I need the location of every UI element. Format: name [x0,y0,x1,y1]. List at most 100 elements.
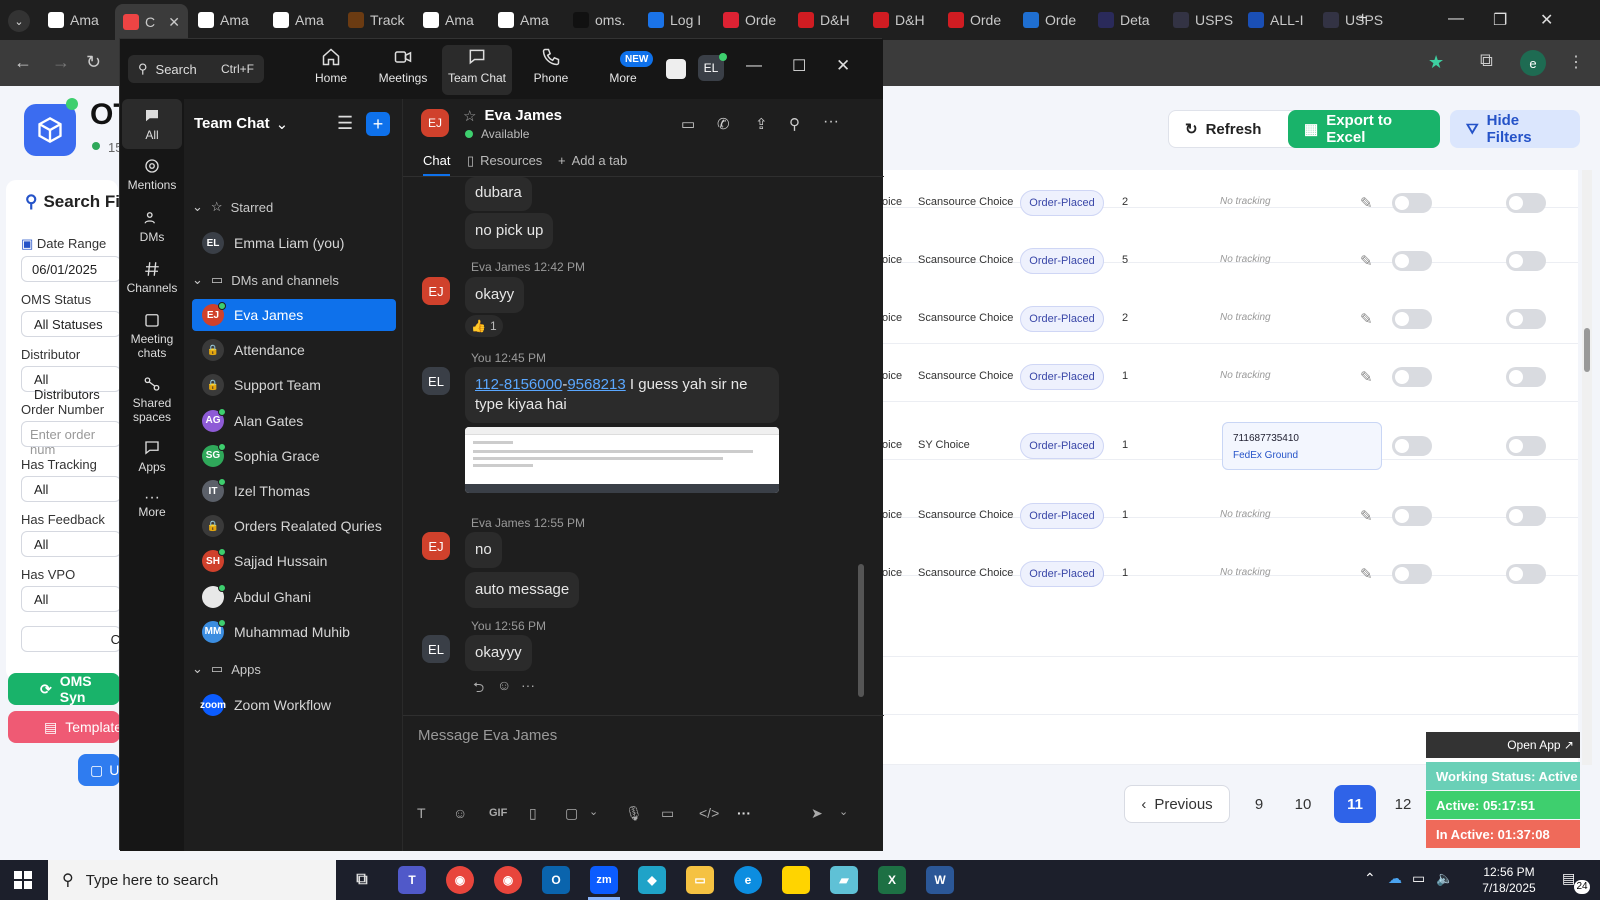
browser-tab[interactable]: D&H [790,6,863,34]
network-icon[interactable]: ▭ [1412,870,1425,887]
chat-list-item[interactable]: 🔒 Support Team [192,369,396,401]
menu-icon[interactable]: ⋮ [1568,52,1584,72]
gif-button[interactable]: GIF [489,807,507,819]
reaction-chip[interactable]: 👍 1 [465,315,503,337]
video-call-icon[interactable]: ▭ [681,115,695,133]
nav-meetings[interactable]: Meetings [368,47,438,85]
tracking-number[interactable]: 711687735410 [1233,433,1371,444]
filter-icon[interactable]: ☰ [337,113,353,134]
nav-phone[interactable]: Phone [516,47,586,85]
chrome-icon[interactable]: ◉ [446,866,474,894]
chevron-up-icon[interactable]: ⌃ [1364,870,1376,887]
table-row[interactable] [878,263,1578,344]
message-bubble[interactable]: dubara [465,177,532,211]
more-icon[interactable]: ··· [521,677,535,693]
chat-list-item[interactable]: SG Sophia Grace [192,440,396,472]
phone-link[interactable]: 9568213 [567,376,625,393]
outlook-icon[interactable]: O [542,866,570,894]
chrome-icon[interactable]: ◉ [494,866,522,894]
previous-button[interactable]: ‹ Previous [1124,785,1230,823]
browser-tab[interactable]: Ama [490,6,563,34]
chat-scrollbar[interactable] [858,564,864,697]
browser-tab[interactable]: Ama [265,6,338,34]
sender-avatar[interactable]: EJ [422,277,450,305]
zoom-search-box[interactable]: ⚲ Search Ctrl+F [128,55,264,83]
left-nav-more[interactable]: ··· More [122,490,182,520]
oms-status-select[interactable]: All Statuses [21,311,121,337]
tab-search-icon[interactable]: ⌄ [8,10,30,32]
chat-list-item[interactable]: IT Izel Thomas [192,475,396,507]
restore-icon[interactable]: ❐ [1493,10,1507,30]
chat-list-item[interactable]: EJ Eva James [192,299,396,331]
edit-pencil-icon[interactable]: ✎ [1360,310,1373,328]
back-icon[interactable]: ← [14,52,32,73]
message-input[interactable]: Message Eva James [418,727,858,744]
browser-tab[interactable]: oms. [565,6,638,34]
chat-list-item[interactable]: Abdul Ghani [192,581,396,613]
chat-list-item[interactable]: EL Emma Liam (you) [192,227,396,259]
edit-pencil-icon[interactable]: ✎ [1360,194,1373,212]
windows-start-icon[interactable] [14,871,32,889]
excel-icon[interactable]: X [878,866,906,894]
browser-tab[interactable]: Log I [640,6,713,34]
template-button[interactable]: ▤ Template [8,711,122,743]
reply-icon[interactable]: ⮌ [473,677,484,701]
minimize-icon[interactable]: — [746,57,762,75]
edit-pencil-icon[interactable]: ✎ [1360,252,1373,270]
browser-tab[interactable]: Orde [1015,6,1088,34]
profile-avatar[interactable]: e [1520,50,1546,76]
code-icon[interactable]: </> [699,805,719,821]
more-icon[interactable]: ··· [737,805,751,821]
emoji-react-icon[interactable]: ☺ [497,677,511,693]
table-row[interactable] [878,657,1578,715]
emoji-icon[interactable]: ☺ [453,805,467,821]
taskbar-search[interactable]: ⚲ Type here to search [48,860,336,900]
edit-pencil-icon[interactable]: ✎ [1360,507,1373,525]
tracking-box[interactable]: 711687735410 FedEx Ground [1222,422,1382,470]
tracking-toggle[interactable] [1392,367,1432,387]
section-dms[interactable]: ⌄ ▭ DMs and channels [192,272,339,288]
tab-close-icon[interactable]: ✕ [168,14,180,31]
calendar-icon[interactable] [666,59,686,79]
feedback-toggle[interactable] [1506,564,1546,584]
nav-home[interactable]: Home [296,47,366,85]
left-nav-channels[interactable]: Channels [122,260,182,295]
message-bubble[interactable]: okayyy [465,635,532,671]
page-button[interactable]: 10 [1282,785,1324,823]
table-scroll-thumb[interactable] [1584,328,1590,372]
taskbar-clock[interactable]: 12:56 PM 7/18/2025 [1466,864,1552,896]
oms-sync-button[interactable]: ⟳ OMS Syn [8,673,120,705]
chevron-down-icon[interactable]: ⌄ [839,805,848,818]
feedback-toggle[interactable] [1506,309,1546,329]
browser-tab[interactable]: Orde [715,6,788,34]
app-icon[interactable]: ◆ [638,866,666,894]
refresh-button[interactable]: ↻ Refresh [1168,110,1304,148]
hide-filters-button[interactable]: ⛛ Hide Filters [1450,110,1580,148]
table-row[interactable] [878,576,1578,657]
send-icon[interactable]: ➤ [811,805,823,822]
feedback-toggle[interactable] [1506,251,1546,271]
file-explorer-icon[interactable]: ▭ [686,866,714,894]
tab-resources[interactable]: ▯ Resources [467,153,542,169]
browser-tab[interactable]: ALL-I [1240,6,1313,34]
sender-avatar[interactable]: EL [422,367,450,395]
bookmark-star-icon[interactable]: ★ [1428,52,1444,73]
has-tracking-select[interactable]: All [21,476,121,502]
phone-call-icon[interactable]: ✆ [717,115,730,133]
feedback-toggle[interactable] [1506,506,1546,526]
screenshot-icon[interactable]: ▢ [565,805,578,822]
message-bubble[interactable]: no [465,532,502,568]
edge-icon[interactable]: e [734,866,762,894]
browser-tab[interactable]: Ama [415,6,488,34]
chat-list-item[interactable]: 🔒 Attendance [192,334,396,366]
has-vpo-select[interactable]: All [21,586,121,612]
browser-tab[interactable]: Deta [1090,6,1163,34]
message-bubble[interactable]: okayy [465,277,525,313]
left-nav-dms[interactable]: DMs [122,209,182,244]
tracking-toggle[interactable] [1392,436,1432,456]
nav-team-chat[interactable]: Team Chat [442,45,512,95]
left-nav-all[interactable]: All [122,99,182,149]
edit-pencil-icon[interactable]: ✎ [1360,565,1373,583]
tracking-toggle[interactable] [1392,193,1432,213]
screenshot-attachment[interactable] [465,427,779,493]
